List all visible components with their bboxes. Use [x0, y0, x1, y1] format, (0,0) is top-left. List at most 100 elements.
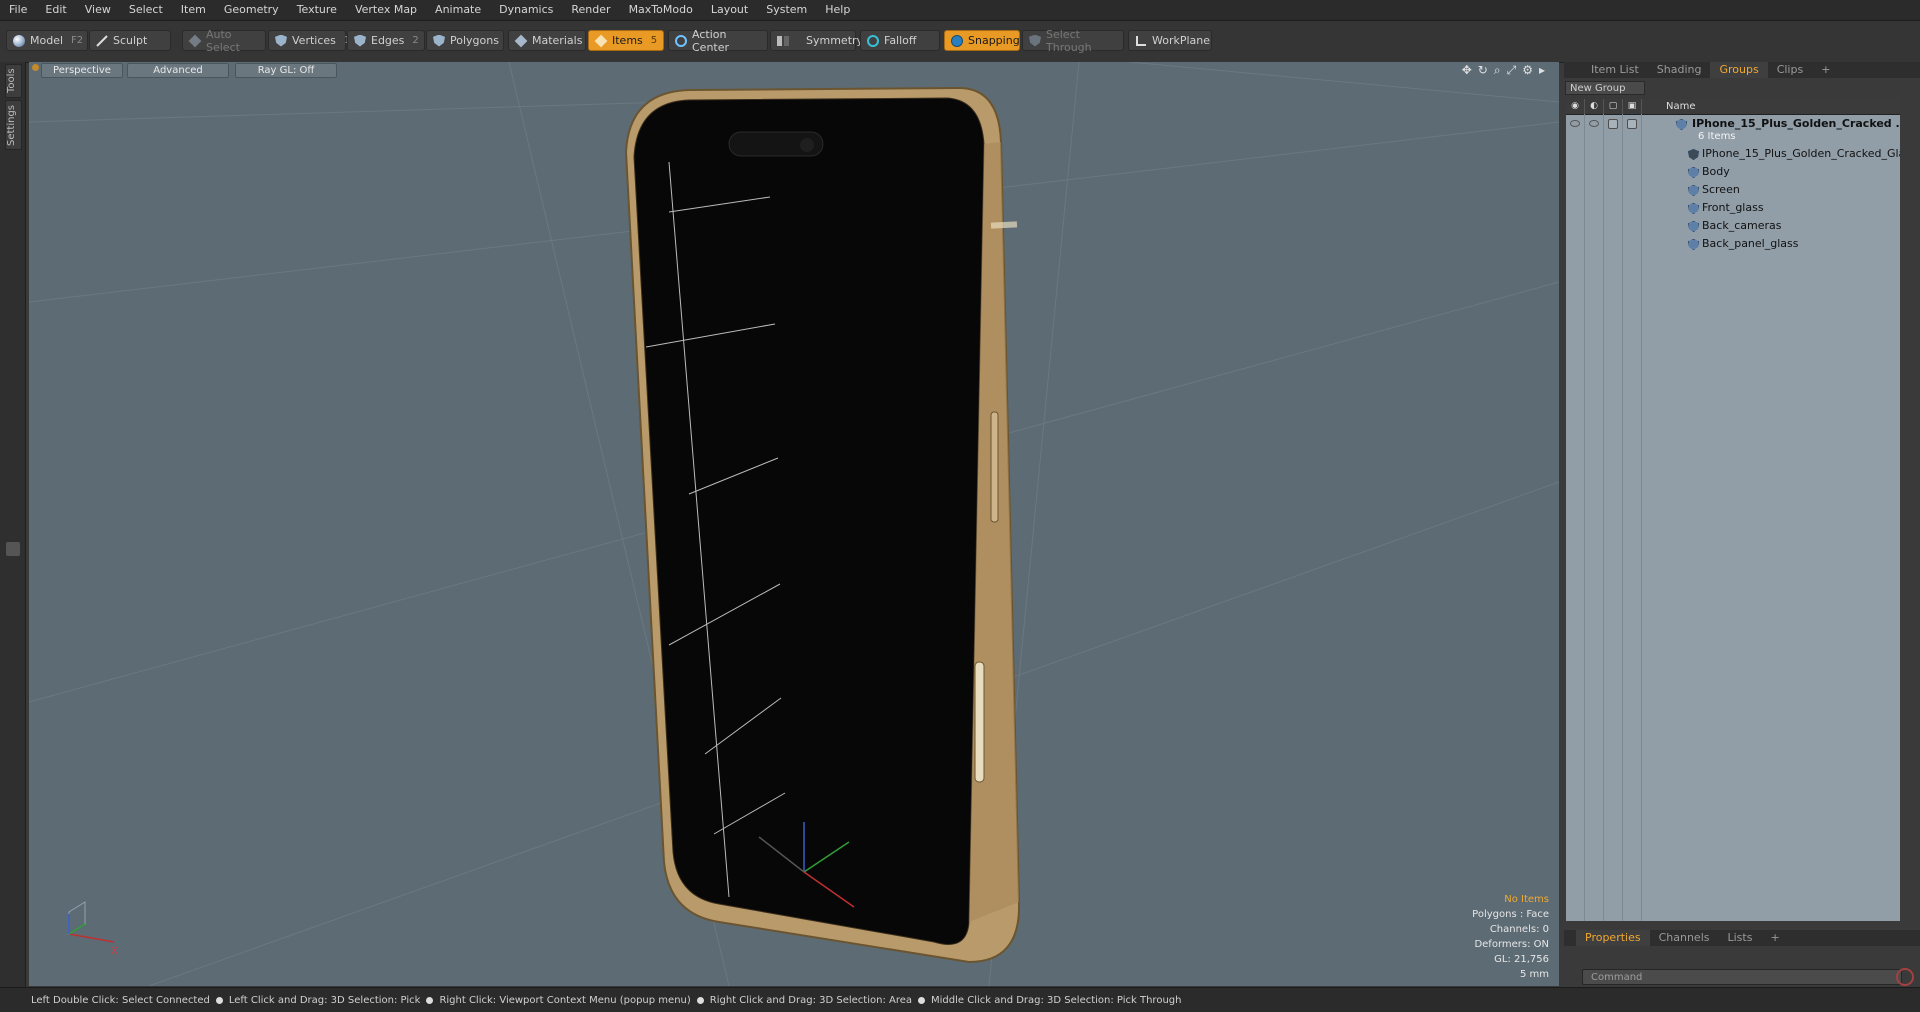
command-input[interactable]: Command	[1582, 969, 1902, 985]
perspective-dropdown[interactable]: Perspective	[41, 63, 123, 78]
menu-texture[interactable]: Texture	[288, 0, 346, 20]
menu-help[interactable]: Help	[816, 0, 859, 20]
menu-dynamics[interactable]: Dynamics	[490, 0, 562, 20]
status-hint: Left Click and Drag: 3D Selection: Pick	[228, 994, 421, 1006]
command-record-icon[interactable]	[1896, 968, 1914, 986]
menu-view[interactable]: View	[76, 0, 120, 20]
items-button[interactable]: Items 5	[588, 30, 664, 51]
tab-lists[interactable]: Lists	[1719, 930, 1762, 946]
tab-properties[interactable]: Properties	[1576, 930, 1650, 946]
items-icon	[594, 34, 608, 47]
render-column-icon[interactable]: ◐	[1585, 99, 1604, 114]
raygl-dropdown[interactable]: Ray GL: Off	[235, 63, 337, 78]
snapping-icon	[951, 34, 963, 47]
polygons-button[interactable]: Polygons	[426, 30, 504, 51]
polygons-info: Polygons : Face	[1472, 909, 1549, 920]
tab-tools[interactable]: Tools	[5, 64, 22, 98]
model-sphere-icon	[13, 34, 25, 47]
action-center-button[interactable]: Action Center	[668, 28, 768, 54]
select-through-button[interactable]: Select Through	[1022, 28, 1124, 54]
menu-layout[interactable]: Layout	[702, 0, 757, 20]
menu-render[interactable]: Render	[562, 0, 619, 20]
tab-settings[interactable]: Settings	[5, 100, 22, 150]
3d-viewport[interactable]: X Perspective Advanced Ray GL: Off ✥ ↻ ⌕…	[29, 62, 1559, 986]
viewport-info-overlay: No Items Polygons : Face Channels: 0 Def…	[1472, 892, 1549, 982]
lock-checkbox[interactable]	[1608, 119, 1618, 129]
tree-header: ◉ ◐ ▢ ▣ Name	[1566, 99, 1900, 115]
tree-item-label: IPhone_15_Plus_Golden_Cracked_Glass	[1702, 147, 1900, 160]
sculpt-button[interactable]: Sculpt	[89, 30, 171, 51]
model-key: F2	[71, 35, 84, 46]
tree-item-label: Front_glass	[1702, 201, 1764, 214]
tree-item[interactable]: Body	[1566, 163, 1900, 181]
new-group-button[interactable]: New Group	[1565, 81, 1645, 95]
falloff-label: Falloff	[884, 34, 917, 47]
falloff-button[interactable]: Falloff	[860, 30, 940, 51]
deformers-info: Deformers: ON	[1474, 939, 1549, 950]
group-row[interactable]: IPhone_15_Plus_Golden_Cracked ... 6 Item…	[1566, 115, 1900, 145]
mesh-icon	[1688, 221, 1699, 232]
vertices-button[interactable]: Vertices 1	[268, 30, 350, 51]
menubar: File Edit View Select Item Geometry Text…	[0, 0, 1920, 21]
zoom-icon[interactable]: ⌕	[1494, 63, 1501, 78]
tab-clips[interactable]: Clips	[1768, 62, 1813, 78]
auto-select-button[interactable]: Auto Select	[182, 27, 266, 54]
render-toggle-icon[interactable]	[1589, 120, 1599, 127]
selection-info: No Items	[1504, 894, 1549, 905]
menu-item[interactable]: Item	[172, 0, 215, 20]
tree-item[interactable]: Screen	[1566, 181, 1900, 199]
group-name: IPhone_15_Plus_Golden_Cracked ...	[1692, 117, 1900, 130]
tree-item[interactable]: IPhone_15_Plus_Golden_Cracked_Glass	[1566, 145, 1900, 163]
lock-column-icon[interactable]: ▢	[1604, 99, 1623, 114]
menu-edit[interactable]: Edit	[36, 0, 75, 20]
viewport-header: Perspective Advanced Ray GL: Off ✥ ↻ ⌕ ⤢…	[29, 62, 1559, 78]
model-button[interactable]: Model F2	[6, 30, 88, 51]
menu-maxtomodo[interactable]: MaxToModo	[620, 0, 702, 20]
add-bottom-tab-button[interactable]: +	[1761, 930, 1788, 946]
menu-vertex-map[interactable]: Vertex Map	[346, 0, 426, 20]
workplane-button[interactable]: WorkPlane	[1128, 30, 1212, 51]
gl-info: GL: 21,756	[1494, 954, 1549, 965]
symmetry-button[interactable]: Symmetry	[770, 30, 863, 51]
status-hint: Left Double Click: Select Connected	[31, 994, 210, 1006]
visibility-column-icon[interactable]: ◉	[1566, 99, 1585, 114]
panel-toggle-button[interactable]	[6, 542, 20, 556]
menu-file[interactable]: File	[0, 0, 36, 20]
menu-animate[interactable]: Animate	[426, 0, 490, 20]
name-column-header[interactable]: Name	[1666, 99, 1696, 114]
auto-select-label: Auto Select	[206, 27, 240, 54]
select-column-icon[interactable]: ▣	[1623, 99, 1642, 114]
materials-button[interactable]: Materials	[508, 30, 586, 51]
viewport-menu-dot[interactable]	[32, 64, 39, 71]
fit-icon[interactable]: ⤢	[1507, 63, 1517, 78]
edges-icon	[354, 34, 366, 47]
iphone-model[interactable]	[624, 86, 1021, 964]
pan-icon[interactable]: ✥	[1462, 63, 1472, 78]
menu-geometry[interactable]: Geometry	[215, 0, 288, 20]
tree-item[interactable]: Front_glass	[1566, 199, 1900, 217]
items-key: 5	[650, 35, 658, 46]
select-checkbox[interactable]	[1627, 119, 1637, 129]
shading-dropdown[interactable]: Advanced	[127, 63, 229, 78]
chevron-right-icon[interactable]: ▸	[1539, 63, 1545, 78]
materials-label: Materials	[532, 34, 583, 47]
menu-select[interactable]: Select	[120, 0, 172, 20]
groups-tree: ◉ ◐ ▢ ▣ Name IPhone_15_Plus_Golden_Crack…	[1566, 99, 1900, 921]
gear-icon[interactable]: ⚙	[1522, 63, 1533, 78]
mesh-icon	[1688, 167, 1699, 178]
tab-shading[interactable]: Shading	[1648, 62, 1711, 78]
snapping-button[interactable]: Snapping	[944, 30, 1020, 51]
vertices-label: Vertices	[292, 34, 336, 47]
tree-item[interactable]: Back_panel_glass	[1566, 235, 1900, 253]
tab-item-list[interactable]: Item List	[1582, 62, 1648, 78]
tab-groups[interactable]: Groups	[1710, 62, 1768, 78]
add-tab-button[interactable]: +	[1812, 62, 1839, 78]
rotate-icon[interactable]: ↻	[1478, 63, 1488, 78]
action-center-icon	[675, 34, 687, 47]
vertices-icon	[275, 34, 287, 47]
tab-channels[interactable]: Channels	[1650, 930, 1719, 946]
menu-system[interactable]: System	[757, 0, 816, 20]
eye-icon[interactable]	[1570, 120, 1580, 127]
edges-button[interactable]: Edges 2	[347, 30, 425, 51]
tree-item[interactable]: Back_cameras	[1566, 217, 1900, 235]
